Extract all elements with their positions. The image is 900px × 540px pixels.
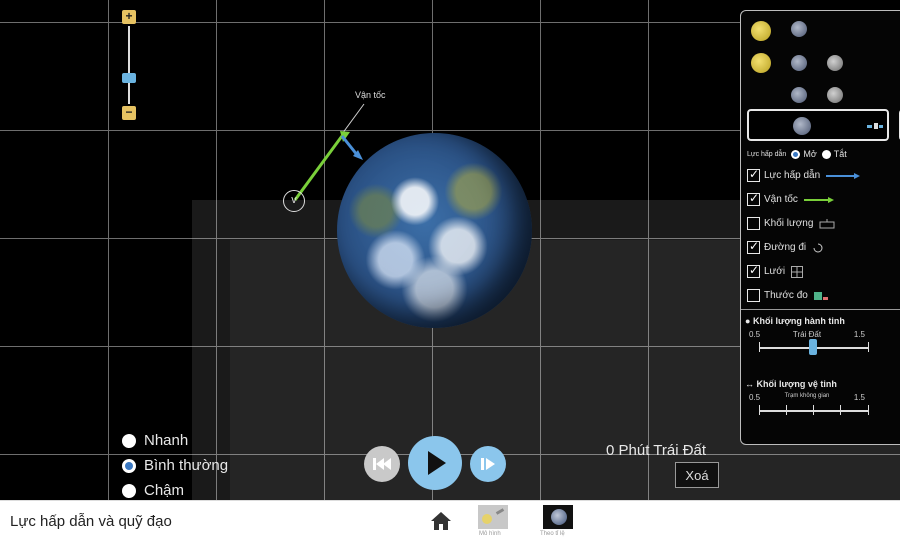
checkbox-ruler-box[interactable] bbox=[747, 289, 760, 302]
radio-slow[interactable] bbox=[122, 483, 136, 498]
rewind-icon bbox=[373, 458, 391, 470]
gravity-off-radio[interactable] bbox=[821, 149, 831, 159]
gravity-on-label: Mở bbox=[803, 149, 817, 159]
checkbox-mass[interactable]: Khối lượng bbox=[747, 217, 835, 230]
earth-icon bbox=[793, 117, 811, 135]
step-button[interactable] bbox=[470, 446, 506, 482]
radio-fast[interactable] bbox=[122, 433, 136, 448]
planet-mass-icon: ● bbox=[745, 316, 751, 326]
checkbox-gravity-box[interactable] bbox=[747, 167, 760, 182]
control-panel: Lực hấp dẫn Mở Tắt Lực hấp dẫn Vận tốc K… bbox=[740, 10, 900, 445]
speed-fast-label: Nhanh bbox=[144, 432, 189, 449]
checkbox-velocity[interactable]: Vận tốc bbox=[747, 191, 834, 206]
velocity-label-leader bbox=[341, 103, 365, 135]
checkbox-gravity-force[interactable]: Lực hấp dẫn bbox=[747, 167, 861, 182]
satellite-mass-ticks: 0.5 Trạm không gian 1.5 bbox=[745, 393, 865, 402]
checkbox-mass-box[interactable] bbox=[747, 217, 760, 230]
gravity-toggle-row: Lực hấp dẫn Mở Tắt bbox=[747, 149, 847, 159]
satellite-icon bbox=[867, 123, 883, 129]
preset-planet-icon[interactable] bbox=[791, 21, 807, 37]
planet-mass-control: ● Khối lượng hành tinh 0.5 Trái Đất 1.5 bbox=[741, 309, 900, 369]
speed-slow-label: Chậm bbox=[144, 482, 185, 499]
checkbox-path-box[interactable] bbox=[747, 239, 760, 254]
home-icon[interactable] bbox=[430, 510, 452, 532]
checkbox-grid[interactable]: Lưới bbox=[747, 263, 804, 278]
gravity-on-radio[interactable] bbox=[791, 149, 801, 159]
checkbox-path-label: Đường đi bbox=[764, 242, 807, 253]
checkbox-gravity-label: Lực hấp dẫn bbox=[764, 170, 821, 181]
checkbox-velocity-box[interactable] bbox=[747, 191, 760, 206]
preset-moon-icon-2[interactable] bbox=[827, 87, 843, 103]
velocity-arrow-legend-icon bbox=[803, 196, 834, 203]
screen-scale-thumb[interactable] bbox=[543, 505, 573, 529]
grid-icon bbox=[791, 265, 804, 278]
satellite-mass-icon: ↔ bbox=[745, 379, 754, 389]
path-icon bbox=[813, 243, 823, 252]
planet-mass-title: ● Khối lượng hành tinh bbox=[745, 316, 900, 326]
preset-sun-icon[interactable] bbox=[751, 21, 771, 41]
checkbox-velocity-label: Vận tốc bbox=[764, 194, 798, 205]
step-icon bbox=[481, 458, 495, 470]
screen-model-caption: Mô hình bbox=[479, 531, 501, 537]
speed-normal-label: Bình thường bbox=[144, 457, 229, 474]
elapsed-time-readout: 0 Phút Trái Đất bbox=[606, 442, 707, 459]
clear-button[interactable]: Xoá bbox=[675, 462, 719, 488]
simulation-title: Lực hấp dẫn và quỹ đạo bbox=[10, 513, 172, 530]
velocity-arrow[interactable] bbox=[293, 135, 344, 201]
navigation-bar: Lực hấp dẫn và quỹ đạo Mô hình Theo tỉ l… bbox=[0, 500, 900, 540]
planet-mass-tick-max: 1.5 bbox=[853, 330, 865, 339]
preset-planet-icon-3[interactable] bbox=[791, 87, 807, 103]
planet-mass-track[interactable] bbox=[759, 339, 869, 355]
radio-normal[interactable] bbox=[122, 458, 136, 473]
checkbox-grid-box[interactable] bbox=[747, 263, 760, 278]
gravity-toggle-label: Lực hấp dẫn bbox=[747, 150, 787, 158]
satellite-mass-tick-max: 1.5 bbox=[853, 393, 865, 402]
screen-model-thumb[interactable] bbox=[478, 505, 508, 529]
satellite-mass-tick-min: 0.5 bbox=[749, 393, 761, 402]
checkbox-grid-label: Lưới bbox=[764, 266, 786, 277]
speed-radio-group: Nhanh Bình thường Chậm bbox=[122, 428, 228, 500]
play-button[interactable] bbox=[408, 436, 462, 490]
planet-mass-title-text: Khối lượng hành tinh bbox=[752, 316, 845, 326]
planet-mass-thumb[interactable] bbox=[809, 339, 817, 355]
preset-sun-icon-2[interactable] bbox=[751, 53, 771, 73]
planet-mass-ticks: 0.5 Trái Đất 1.5 bbox=[745, 330, 865, 339]
speed-option-fast[interactable]: Nhanh bbox=[122, 428, 228, 453]
speed-option-normal[interactable]: Bình thường bbox=[122, 453, 228, 478]
checkbox-mass-label: Khối lượng bbox=[764, 218, 814, 229]
preset-selected[interactable] bbox=[747, 109, 889, 141]
gravity-arrow-legend-icon bbox=[826, 172, 861, 179]
satellite-mass-track[interactable] bbox=[759, 405, 869, 415]
checkbox-ruler[interactable]: Thước đo bbox=[747, 289, 828, 302]
satellite-mass-control: ↔ Khối lượng vệ tinh 0.5 Trạm không gian… bbox=[745, 379, 900, 439]
play-icon bbox=[428, 451, 446, 475]
preset-moon-icon[interactable] bbox=[827, 55, 843, 71]
satellite-mass-title: ↔ Khối lượng vệ tinh bbox=[745, 379, 900, 389]
rewind-button[interactable] bbox=[364, 446, 400, 482]
gravity-off-label: Tắt bbox=[833, 149, 847, 159]
preset-planet-icon-2[interactable] bbox=[791, 55, 807, 71]
planet-mass-tick-min: 0.5 bbox=[749, 330, 761, 339]
checkbox-path[interactable]: Đường đi bbox=[747, 239, 824, 254]
speed-option-slow[interactable]: Chậm bbox=[122, 478, 228, 500]
satellite-mass-title-text: Khối lượng vệ tinh bbox=[756, 379, 837, 389]
planet-mass-tick-mid: Trái Đất bbox=[792, 330, 822, 339]
satellite-mass-tick-mid: Trạm không gian bbox=[784, 393, 830, 399]
screen-scale-caption: Theo tỉ lệ bbox=[540, 531, 565, 537]
ruler-icon bbox=[813, 291, 828, 300]
satellite[interactable]: v bbox=[283, 190, 305, 212]
checkbox-ruler-label: Thước đo bbox=[764, 290, 808, 301]
simulation-area[interactable]: + − Vận tốc v Nhanh Bình thường Chậm 0 P… bbox=[0, 0, 900, 500]
velocity-label: Vận tốc bbox=[355, 90, 386, 100]
mass-scale-icon bbox=[819, 218, 835, 228]
